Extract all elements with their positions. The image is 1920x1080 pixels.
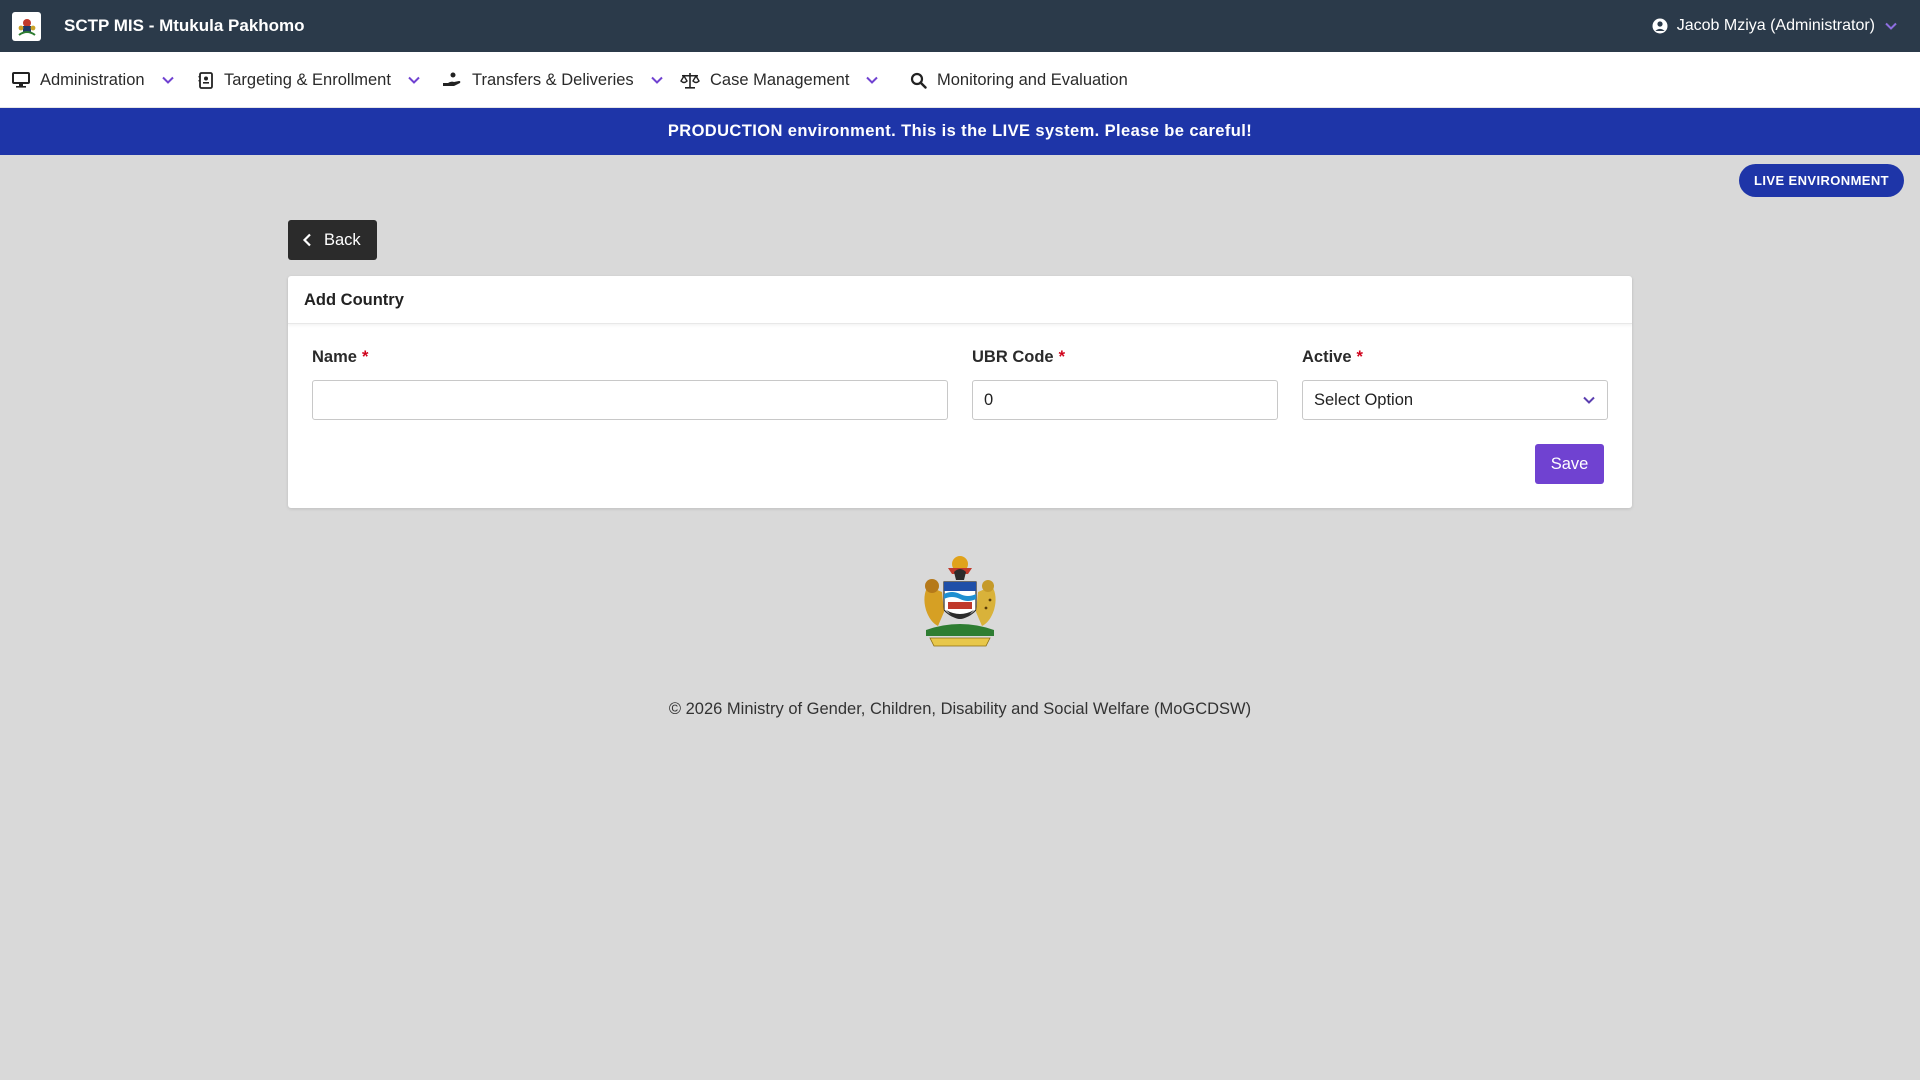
nav-item-label: Case Management — [710, 70, 850, 89]
nav-item-label: Monitoring and Evaluation — [937, 70, 1128, 89]
nav-item-label: Administration — [40, 70, 145, 89]
environment-warning-banner: PRODUCTION environment. This is the LIVE… — [0, 108, 1920, 155]
active-label-text: Active — [1302, 348, 1352, 366]
malawi-coat-of-arms-logo — [924, 556, 996, 647]
required-marker: * — [1058, 348, 1066, 366]
ubr-code-label: UBR Code * — [972, 348, 1065, 367]
footer-copyright: © 2026 Ministry of Gender, Children, Dis… — [668, 700, 1252, 718]
name-label-text: Name — [312, 348, 357, 366]
coat-of-arms-icon — [17, 18, 36, 36]
chevron-down-icon — [161, 76, 174, 84]
nav-item-case-management[interactable]: Case Management — [680, 52, 879, 108]
hand-coins-icon — [443, 72, 461, 86]
chevron-left-icon — [302, 233, 311, 247]
back-button-label: Back — [324, 230, 361, 249]
ubr-code-input[interactable] — [972, 380, 1278, 420]
user-menu[interactable]: Jacob Mziya (Administrator) — [1652, 0, 1898, 52]
nav-item-label: Targeting & Enrollment — [224, 70, 391, 89]
id-card-icon — [198, 71, 213, 89]
nav-item-label: Transfers & Deliveries — [472, 70, 634, 89]
user-name: Jacob Mziya (Administrator) — [1676, 17, 1875, 34]
chevron-down-icon — [408, 76, 420, 84]
active-label: Active * — [1302, 348, 1363, 367]
scales-icon — [680, 72, 700, 89]
nav-item-administration[interactable]: Administration — [12, 52, 175, 108]
back-button[interactable]: Back — [288, 220, 377, 260]
chevron-down-icon — [650, 76, 663, 84]
card-title: Add Country — [288, 276, 1632, 324]
chevron-down-icon — [1583, 396, 1595, 404]
nav-item-targeting-enrollment[interactable]: Targeting & Enrollment — [198, 52, 421, 108]
add-country-card: Add Country Name* UBR Code* Active* Sele… — [288, 276, 1632, 508]
nav-item-monitoring-evaluation[interactable]: Monitoring and Evaluation — [910, 52, 1128, 108]
nav-item-transfers-deliveries[interactable]: Transfers & Deliveries — [442, 52, 664, 108]
chevron-down-icon — [866, 76, 879, 84]
active-select-value: Select Option — [1314, 390, 1414, 409]
main-navigation: Administration Targeting & Enrollment Tr… — [0, 52, 1920, 108]
name-input[interactable] — [312, 380, 948, 420]
monitor-icon — [12, 72, 30, 88]
ubr-code-label-text: UBR Code — [972, 348, 1054, 366]
required-marker: * — [1356, 348, 1363, 366]
search-icon — [910, 72, 927, 89]
top-app-bar: SCTP MIS - Mtukula Pakhomo Jacob Mziya (… — [0, 0, 1920, 52]
live-environment-badge: LIVE ENVIRONMENT — [1739, 164, 1904, 197]
name-label: Name * — [312, 348, 368, 367]
app-title: SCTP MIS - Mtukula Pakhomo — [64, 16, 305, 35]
app-logo[interactable] — [12, 12, 41, 41]
user-circle-icon — [1652, 18, 1668, 34]
save-button[interactable]: Save — [1535, 444, 1604, 484]
active-select[interactable]: Select Option — [1302, 380, 1608, 420]
chevron-down-icon — [1885, 22, 1897, 30]
required-marker: * — [361, 348, 369, 366]
